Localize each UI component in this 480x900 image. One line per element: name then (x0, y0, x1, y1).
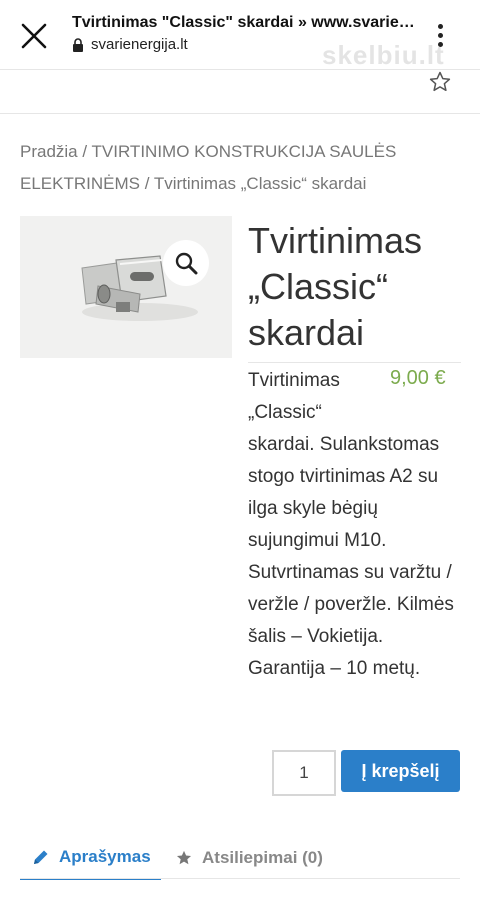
more-vert-icon[interactable] (428, 20, 452, 52)
product-image[interactable] (20, 216, 232, 358)
watermark-logo: skelbiu.lt (322, 40, 445, 70)
breadcrumb-current: Tvirtinimas „Classic“ skardai (153, 174, 367, 193)
breadcrumb-separator: / (139, 174, 154, 193)
browser-toolbar: Tvirtinimas "Classic" skardai » www.svar… (0, 0, 480, 70)
tab-label: Aprašymas (59, 847, 151, 866)
title-divider (248, 362, 461, 363)
pencil-icon (32, 848, 50, 866)
magnifier-icon[interactable] (163, 240, 209, 286)
tabs-divider (20, 878, 460, 879)
header-divider (0, 113, 480, 114)
domain-label: svarienergija.lt (91, 36, 188, 53)
description-text: skardai. Sulankstomas stogo tvirtinimas … (248, 434, 454, 679)
close-icon[interactable] (18, 20, 50, 52)
page-title: Tvirtinimas "Classic" skardai » www.svar… (72, 14, 415, 31)
lock-icon (72, 37, 84, 52)
product-description: Tvirtinimas „Classic“ skardai. Sulanksto… (248, 365, 460, 685)
product-photo (20, 216, 232, 358)
product-title: Tvirtinimas „Classic“ skardai (248, 220, 423, 353)
tab-reviews[interactable]: Atsiliepimai (0) (175, 836, 323, 880)
add-to-cart-button[interactable]: Į krepšelį (341, 750, 460, 792)
quantity-input[interactable] (272, 750, 336, 796)
star-icon (175, 849, 193, 867)
breadcrumb-separator: / (77, 142, 92, 161)
star-outline-icon[interactable] (428, 70, 452, 94)
tab-label: Atsiliepimai (0) (202, 848, 323, 867)
tab-description[interactable]: Aprašymas (20, 836, 161, 880)
description-first-line: Tvirtinimas „Classic“ (248, 370, 340, 423)
breadcrumb-home-link[interactable]: Pradžia (20, 142, 78, 161)
breadcrumb: Pradžia / TVIRTINIMO KONSTRUKCIJA SAULĖS… (20, 136, 460, 200)
